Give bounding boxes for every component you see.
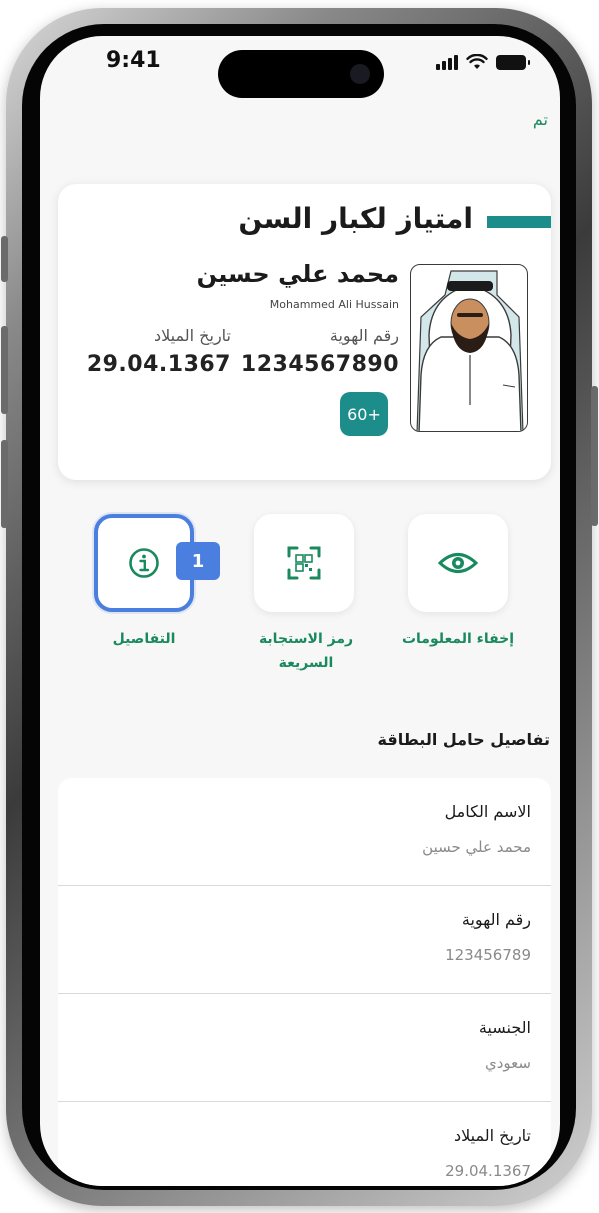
qr-code-label: رمز الاستجابة السريعة xyxy=(238,628,374,676)
card-title: امتياز لكبار السن xyxy=(238,202,473,235)
birth-date-value: 29.04.1367 xyxy=(86,352,231,377)
volume-up-button xyxy=(1,326,8,414)
id-number-value: 1234567890 xyxy=(240,352,399,377)
silent-switch xyxy=(1,236,8,282)
detail-value: محمد علي حسين xyxy=(422,838,531,856)
wifi-icon xyxy=(466,54,488,69)
portrait-illustration xyxy=(416,270,524,431)
detail-value: 29.04.1367 xyxy=(445,1162,531,1180)
power-button xyxy=(591,386,598,526)
battery-icon xyxy=(496,54,530,70)
holder-details-list: الاسم الكامل محمد علي حسين رقم الهوية 12… xyxy=(58,778,551,1186)
card-holder-details-title: تفاصيل حامل البطاقة xyxy=(377,730,550,749)
detail-label: تاريخ الميلاد xyxy=(454,1126,531,1145)
step-marker-badge: 1 xyxy=(176,542,220,580)
phone-screen: 9:41 تم امتياز لكبار السن محمد علي حسين … xyxy=(40,36,560,1186)
id-number-label: رقم الهوية xyxy=(329,326,399,345)
holder-name-english: Mohammed Ali Hussain xyxy=(269,298,399,311)
holder-portrait xyxy=(410,264,528,432)
dynamic-island xyxy=(218,50,384,98)
details-label: التفاصيل xyxy=(112,631,176,647)
qr-code-label-line1: رمز الاستجابة xyxy=(258,631,354,647)
detail-row-nationality: الجنسية سعودي xyxy=(58,994,551,1102)
detail-label: رقم الهوية xyxy=(461,910,531,929)
age-badge: 60+ xyxy=(340,392,388,436)
qr-code-button[interactable] xyxy=(254,514,354,612)
status-icons xyxy=(436,54,530,70)
birth-date-label: تاريخ الميلاد xyxy=(154,326,231,345)
info-icon xyxy=(129,548,159,578)
cellular-signal-icon xyxy=(436,54,458,70)
qr-code-icon xyxy=(287,546,321,580)
eye-icon xyxy=(438,553,478,573)
hide-info-label: إخفاء المعلومات xyxy=(401,631,515,647)
detail-row-full-name: الاسم الكامل محمد علي حسين xyxy=(58,778,551,886)
detail-row-birth-date: تاريخ الميلاد 29.04.1367 xyxy=(58,1102,551,1186)
qr-code-label-line2: السريعة xyxy=(278,654,334,671)
camera-icon xyxy=(350,64,370,84)
done-button[interactable]: تم xyxy=(533,110,548,129)
detail-value: سعودي xyxy=(485,1054,531,1072)
detail-value: 123456789 xyxy=(445,946,531,964)
detail-row-id-number: رقم الهوية 123456789 xyxy=(58,886,551,994)
title-accent-bar xyxy=(487,216,551,228)
senior-id-card: امتياز لكبار السن محمد علي حسين Mohammed… xyxy=(58,184,551,480)
detail-label: الجنسية xyxy=(478,1018,531,1037)
holder-name-arabic: محمد علي حسين xyxy=(196,260,399,288)
volume-down-button xyxy=(1,440,8,528)
hide-info-button[interactable] xyxy=(408,514,508,612)
status-time: 9:41 xyxy=(106,48,161,73)
detail-label: الاسم الكامل xyxy=(444,802,531,821)
